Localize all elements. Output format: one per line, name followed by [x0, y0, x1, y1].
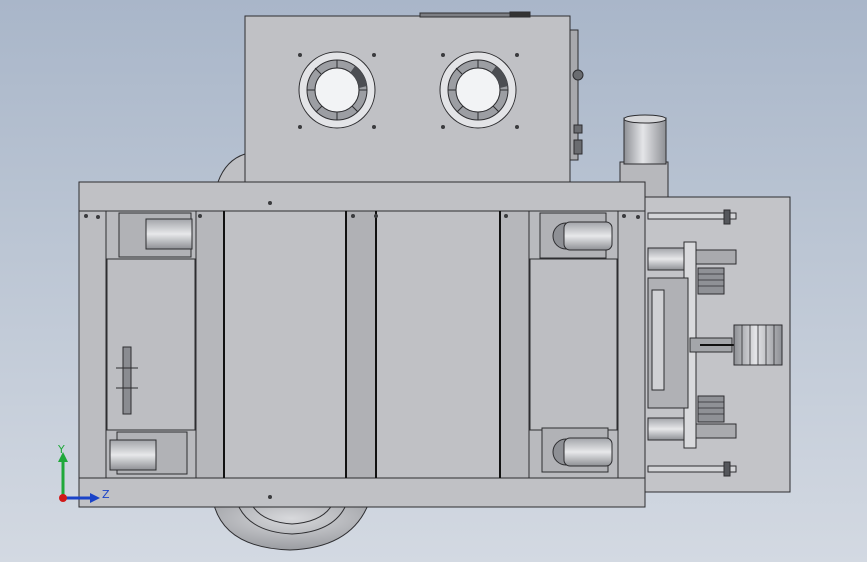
- caster-wheel-top-right: [539, 212, 613, 259]
- caster-wheel-bottom-left: [109, 431, 188, 475]
- robot-assembly-drawing: Y Z: [57, 11, 791, 551]
- cooling-fan-icon: [298, 51, 376, 129]
- caster-wheel-bottom-right: [541, 427, 613, 473]
- electronics-enclosure: [244, 11, 584, 183]
- z-axis-label: Z: [102, 488, 110, 501]
- y-axis-label: Y: [57, 443, 65, 456]
- side-actuator-module: [644, 196, 791, 493]
- cad-viewport[interactable]: Y Z: [0, 0, 867, 562]
- cooling-fan-icon: [439, 51, 517, 129]
- triad-origin: [59, 494, 67, 502]
- drive-wheel-top: [217, 153, 246, 183]
- caster-wheel-top-left: [118, 212, 193, 258]
- drive-wheel-bottom: [213, 504, 369, 551]
